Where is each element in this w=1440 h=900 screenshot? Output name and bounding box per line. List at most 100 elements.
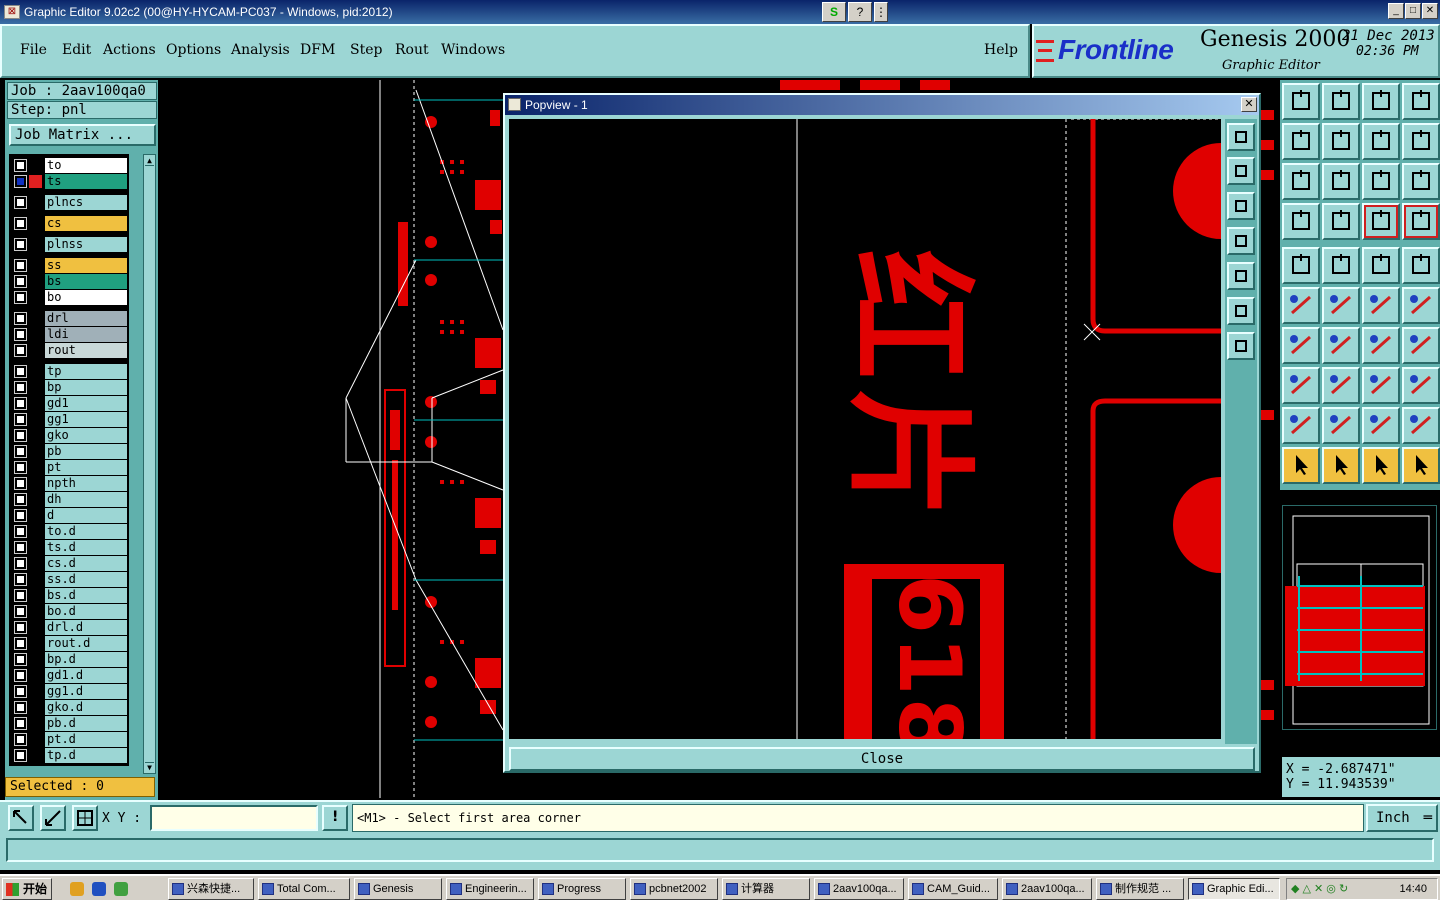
dimension-icon[interactable] (1362, 367, 1400, 404)
taskbar-item[interactable]: 兴森快捷... (168, 878, 254, 900)
group-icon[interactable] (1402, 367, 1440, 404)
layer-checkbox[interactable] (14, 733, 27, 746)
center-icon[interactable] (1322, 163, 1360, 200)
popview-zoom-out-icon[interactable] (1227, 332, 1255, 360)
grid-icon[interactable] (72, 805, 98, 831)
layer-row[interactable]: pb.d (9, 716, 129, 731)
layer-row[interactable]: gko (9, 428, 129, 443)
layer-row[interactable]: dh (9, 492, 129, 507)
line-icon[interactable] (1362, 287, 1400, 324)
layer-name[interactable]: drl (45, 311, 127, 326)
layer-row[interactable]: gd1 (9, 396, 129, 411)
layer-checkbox[interactable] (14, 541, 27, 554)
layer-row[interactable]: plnss (9, 237, 129, 252)
layer-name[interactable]: plnss (45, 237, 127, 252)
menu-actions[interactable]: Actions (103, 42, 156, 58)
layer-name[interactable]: ts (45, 174, 127, 189)
layer-name[interactable]: bo.d (45, 604, 127, 619)
popview-pan-down-icon[interactable] (1227, 192, 1255, 220)
layer-row[interactable]: drl (9, 311, 129, 326)
layer-row[interactable]: tp.d (9, 748, 129, 763)
layer-checkbox[interactable] (14, 397, 27, 410)
layer-row[interactable]: tp (9, 364, 129, 379)
undo-icon[interactable] (1362, 123, 1400, 160)
xy-input[interactable] (150, 805, 318, 831)
layer-checkbox[interactable] (14, 196, 27, 209)
taskbar-item[interactable]: Total Com... (258, 878, 350, 900)
filter-alt-icon[interactable] (1402, 203, 1440, 240)
layer-row[interactable]: gd1.d (9, 668, 129, 683)
layer-name[interactable]: gg1.d (45, 684, 127, 699)
layer-row[interactable]: to (9, 158, 129, 173)
more-icon[interactable]: ⋮ (874, 2, 888, 22)
layer-checkbox[interactable] (14, 605, 27, 618)
help-icon[interactable] (1402, 163, 1440, 200)
layer-checkbox[interactable] (14, 557, 27, 570)
layer-checkbox[interactable] (14, 328, 27, 341)
ql-icon-2[interactable] (92, 882, 106, 896)
layer-name[interactable]: to (45, 158, 127, 173)
menu-analysis[interactable]: Analysis (231, 42, 290, 58)
layer-checkbox[interactable] (14, 238, 27, 251)
layer-row[interactable]: gg1.d (9, 684, 129, 699)
layer-checkbox[interactable] (14, 621, 27, 634)
layer-name[interactable]: bo (45, 290, 127, 305)
layer-row[interactable]: bs (9, 274, 129, 289)
layer-name[interactable]: d (45, 508, 127, 523)
popview-pan-right-icon[interactable] (1227, 262, 1255, 290)
popview-titlebar[interactable]: Popview - 1 ✕ (505, 95, 1259, 115)
maximize-button[interactable]: □ (1405, 3, 1421, 19)
move-left-icon[interactable] (1282, 123, 1320, 160)
layer-down-icon[interactable] (1322, 83, 1360, 120)
taskbar-item[interactable]: Progress (538, 878, 626, 900)
arc-icon[interactable] (1402, 287, 1440, 324)
layer-name[interactable]: npth (45, 476, 127, 491)
layer-row[interactable]: pb (9, 444, 129, 459)
minus-icon[interactable] (1322, 367, 1360, 404)
tray-icons[interactable]: ◆ △ ✕ ◎ ↻ (1291, 879, 1348, 899)
layer-checkbox[interactable] (14, 589, 27, 602)
layer-checkbox[interactable] (14, 159, 27, 172)
layer-checkbox[interactable] (14, 312, 27, 325)
menu-edit[interactable]: Edit (62, 42, 91, 58)
layer-name[interactable]: rout.d (45, 636, 127, 651)
popview-zoom-home-icon[interactable] (1227, 123, 1255, 151)
minimap[interactable] (1282, 505, 1437, 730)
move-right-icon[interactable] (1322, 123, 1360, 160)
layer-checkbox[interactable] (14, 344, 27, 357)
select-icon[interactable] (1322, 447, 1360, 484)
layer-row[interactable]: plncs (9, 195, 129, 210)
layer-row[interactable]: pt.d (9, 732, 129, 747)
layer-name[interactable]: drl.d (45, 620, 127, 635)
layer-checkbox[interactable] (14, 573, 27, 586)
select-alt-icon[interactable] (1362, 447, 1400, 484)
filter-icon[interactable] (1362, 203, 1400, 240)
mirror-icon[interactable] (1402, 327, 1440, 364)
layer-checkbox[interactable] (14, 637, 27, 650)
layer-row[interactable]: drl.d (9, 620, 129, 635)
layer-checkbox[interactable] (14, 509, 27, 522)
step-icon[interactable] (1402, 123, 1440, 160)
layer-name[interactable]: pb.d (45, 716, 127, 731)
layer-checkbox[interactable] (14, 445, 27, 458)
layer-checkbox[interactable] (14, 429, 27, 442)
layer-name[interactable]: rout (45, 343, 127, 358)
layer-name[interactable]: to.d (45, 524, 127, 539)
ql-icon-1[interactable] (70, 882, 84, 896)
taskbar-item[interactable]: 计算器 (722, 878, 810, 900)
ruler-icon[interactable] (1362, 247, 1400, 284)
layer-name[interactable]: bs.d (45, 588, 127, 603)
layer-name[interactable]: gko.d (45, 700, 127, 715)
measure-icon[interactable] (40, 805, 66, 831)
close-window-button[interactable]: ✕ (1422, 3, 1438, 19)
taskbar-item[interactable]: CAM_Guid... (908, 878, 998, 900)
layer-row[interactable]: ts.d (9, 540, 129, 555)
popview-pan-left-icon[interactable] (1227, 227, 1255, 255)
layer-checkbox[interactable] (14, 477, 27, 490)
menu-rout[interactable]: Rout (395, 42, 429, 58)
taskbar-item[interactable]: Graphic Edi... (1188, 878, 1280, 900)
layer-row[interactable]: to.d (9, 524, 129, 539)
slash-icon[interactable] (1322, 327, 1360, 364)
select-path-icon[interactable] (1402, 447, 1440, 484)
info-icon[interactable]: ! (322, 805, 348, 831)
